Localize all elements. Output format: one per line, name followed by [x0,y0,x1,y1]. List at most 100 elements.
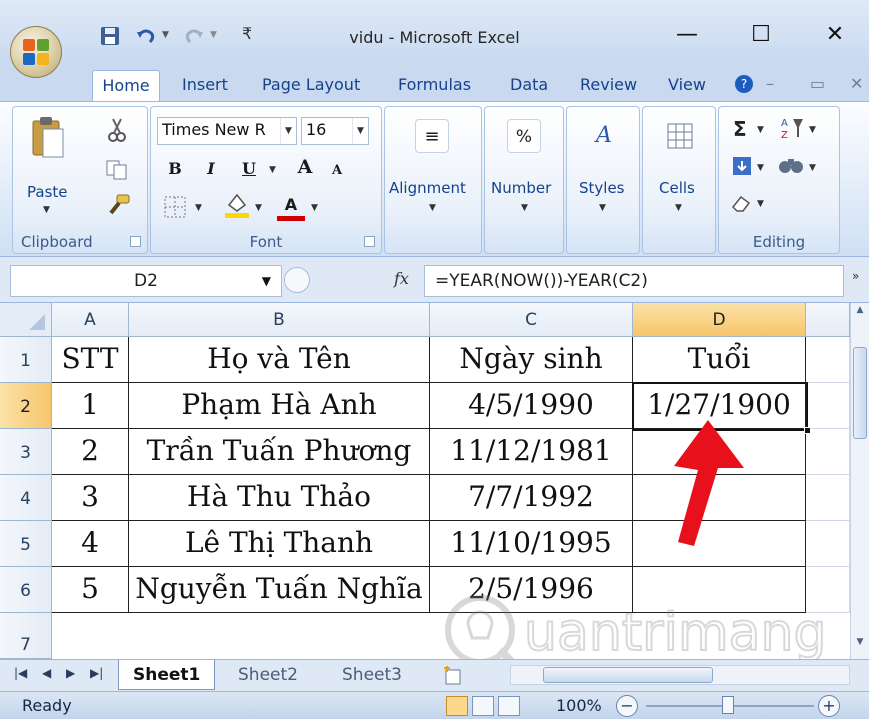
column-header-d[interactable]: D [633,303,806,337]
expand-formula-bar-icon[interactable]: » [852,269,866,293]
tab-review[interactable]: Review [580,70,637,102]
normal-view-button[interactable] [446,696,468,716]
styles-label[interactable]: Styles [579,179,625,197]
fill-color-icon[interactable] [223,191,251,219]
zoom-level[interactable]: 100% [556,696,602,715]
format-painter-icon[interactable] [105,193,131,217]
insert-function-button[interactable]: fx [394,269,409,288]
clipboard-launcher-icon[interactable] [130,236,141,247]
cell-e1[interactable] [806,337,850,383]
autosum-dropdown-icon[interactable]: ▼ [757,125,764,135]
fill-dropdown-icon[interactable]: ▼ [757,163,764,173]
first-sheet-icon[interactable]: |◀ [14,666,27,680]
font-launcher-icon[interactable] [364,236,375,247]
cell-a5[interactable]: 4 [52,521,129,567]
sort-filter-icon[interactable]: AZ [779,115,805,141]
minimize-button[interactable]: — [664,18,710,52]
cancel-entry-icon[interactable] [284,267,310,293]
tab-view[interactable]: View [668,70,706,102]
cell-a4[interactable]: 3 [52,475,129,521]
formula-input[interactable]: =YEAR(NOW())-YEAR(C2) [424,265,844,297]
fill-icon[interactable] [731,155,753,177]
alignment-icon[interactable]: ≡ [415,119,449,153]
cells-icon[interactable] [665,121,695,151]
underline-dropdown-icon[interactable]: ▼ [269,165,276,175]
cell-e2[interactable] [806,383,850,429]
cells-dropdown-icon[interactable]: ▼ [675,203,682,213]
cell-c2[interactable]: 4/5/1990 [430,383,633,429]
cell-a3[interactable]: 2 [52,429,129,475]
last-sheet-icon[interactable]: ▶| [90,666,103,680]
cell-c4[interactable]: 7/7/1992 [430,475,633,521]
name-box-dropdown-icon[interactable]: ▼ [262,266,271,296]
row-header-5[interactable]: 5 [0,521,52,567]
sheet-tab-sheet2[interactable]: Sheet2 [224,660,312,690]
ribbon-minimize-icon[interactable]: – [766,74,774,93]
font-name-combo[interactable]: Times New R ▼ [157,117,297,145]
row-header-1[interactable]: 1 [0,337,52,383]
cell-e3[interactable] [806,429,850,475]
row-header-3[interactable]: 3 [0,429,52,475]
cell-a6[interactable]: 5 [52,567,129,613]
cut-icon[interactable] [107,117,127,143]
next-sheet-icon[interactable]: ▶ [66,666,75,680]
autosum-icon[interactable]: Σ [733,117,747,141]
font-size-dropdown-icon[interactable]: ▼ [352,118,368,144]
tab-insert[interactable]: Insert [182,70,228,102]
cell-a2[interactable]: 1 [52,383,129,429]
clear-dropdown-icon[interactable]: ▼ [757,199,764,209]
scroll-down-icon[interactable]: ▼ [853,637,867,651]
italic-button[interactable]: I [197,155,225,183]
sort-filter-dropdown-icon[interactable]: ▼ [809,125,816,135]
ribbon-restore-icon[interactable]: ▭ [810,74,825,93]
alignment-dropdown-icon[interactable]: ▼ [429,203,436,213]
insert-sheet-icon[interactable] [442,666,464,686]
ribbon-close-icon[interactable]: ✕ [850,74,863,93]
name-box[interactable]: D2 ▼ [10,265,282,297]
vertical-scroll-thumb[interactable] [853,347,867,439]
column-header-a[interactable]: A [52,303,129,337]
cell-e4[interactable] [806,475,850,521]
borders-icon[interactable] [163,195,187,219]
row-header-2[interactable]: 2 [0,383,52,429]
cell-c1[interactable]: Ngày sinh [430,337,633,383]
zoom-in-button[interactable]: + [818,695,840,717]
underline-button[interactable]: U [235,155,263,183]
cell-d1[interactable]: Tuổi [633,337,806,383]
scroll-up-icon[interactable]: ▲ [853,305,867,319]
grow-font-button[interactable]: A [291,153,319,181]
horizontal-scrollbar[interactable] [510,665,850,685]
cell-b4[interactable]: Hà Thu Thảo [129,475,430,521]
tab-formulas[interactable]: Formulas [398,70,471,102]
office-button[interactable] [10,26,62,78]
cell-c5[interactable]: 11/10/1995 [430,521,633,567]
page-break-preview-button[interactable] [498,696,520,716]
cell-b6[interactable]: Nguyễn Tuấn Nghĩa [129,567,430,613]
number-format-icon[interactable]: % [507,119,541,153]
bold-button[interactable]: B [161,155,189,183]
cell-b5[interactable]: Lê Thị Thanh [129,521,430,567]
font-name-dropdown-icon[interactable]: ▼ [280,118,296,144]
cell-a1[interactable]: STT [52,337,129,383]
alignment-label[interactable]: Alignment [389,179,466,197]
cell-b2[interactable]: Phạm Hà Anh [129,383,430,429]
help-icon[interactable]: ? [734,74,754,94]
select-all-button[interactable] [0,303,52,337]
number-dropdown-icon[interactable]: ▼ [521,203,528,213]
paste-button[interactable]: Paste ▼ [21,113,71,223]
prev-sheet-icon[interactable]: ◀ [42,666,51,680]
column-header-e[interactable] [806,303,850,337]
fill-color-dropdown-icon[interactable]: ▼ [255,203,262,213]
number-label[interactable]: Number [491,179,551,197]
vertical-scrollbar[interactable]: ▲ ▼ [850,303,869,659]
font-color-dropdown-icon[interactable]: ▼ [311,203,318,213]
sheet-tab-sheet3[interactable]: Sheet3 [328,660,416,690]
tab-page-layout[interactable]: Page Layout [262,70,360,102]
row-header-4[interactable]: 4 [0,475,52,521]
row-header-7[interactable]: 7 [0,613,52,659]
font-size-combo[interactable]: 16 ▼ [301,117,369,145]
font-color-button[interactable]: A [277,191,305,221]
cell-b1[interactable]: Họ và Tên [129,337,430,383]
tab-data[interactable]: Data [510,70,548,102]
column-header-c[interactable]: C [430,303,633,337]
